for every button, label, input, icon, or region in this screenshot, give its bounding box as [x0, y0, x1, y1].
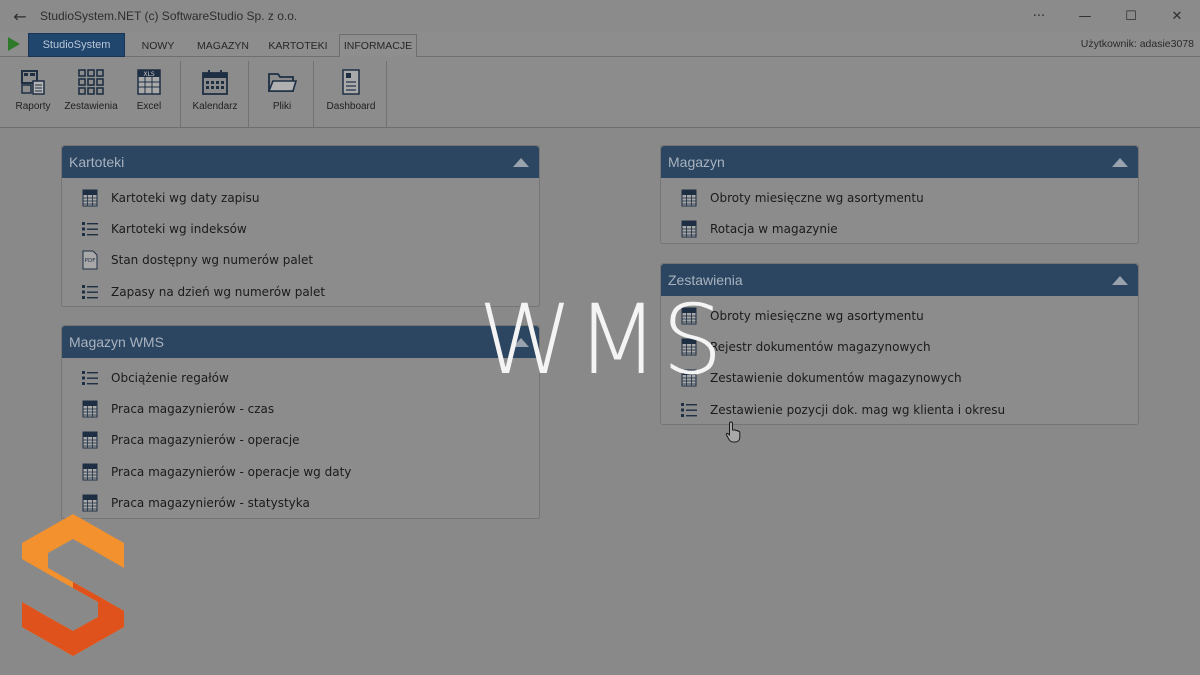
list-item[interactable]: Obroty miesięczne wg asortymentu	[661, 182, 1138, 213]
list-icon	[81, 368, 99, 388]
calendar-icon	[200, 67, 230, 97]
window-title: StudioSystem.NET (c) SoftwareStudio Sp. …	[40, 9, 298, 23]
tab-nowy[interactable]: NOWY	[131, 34, 185, 57]
panel-title: Magazyn	[668, 154, 725, 170]
list-item[interactable]: Praca magazynierów - operacje	[62, 425, 539, 456]
wms-watermark: WMS	[478, 284, 726, 396]
collapse-icon[interactable]	[1112, 275, 1128, 285]
xls-icon	[81, 399, 99, 419]
zestawienia-button[interactable]: Zestawienia	[63, 57, 119, 127]
list-item[interactable]: Rejestr dokumentów magazynowych	[661, 331, 1138, 362]
softwarestudio-logo	[20, 512, 126, 662]
svg-text:XLS: XLS	[143, 71, 154, 78]
list-item[interactable]: Praca magazynierów - statystyka	[62, 487, 539, 518]
ribbon-separator	[248, 61, 249, 127]
menu-bar: StudioSystem NOWY MAGAZYN KARTOTEKI INFO…	[0, 32, 1200, 57]
panel-header[interactable]: Zestawienia	[661, 264, 1138, 296]
excel-button[interactable]: XLS Excel	[128, 57, 170, 127]
list-item[interactable]: Rotacja w magazynie	[661, 213, 1138, 244]
close-icon[interactable]: ✕	[1154, 0, 1200, 32]
list-item[interactable]: Zestawienie dokumentów magazynowych	[661, 363, 1138, 394]
play-icon[interactable]	[8, 37, 20, 51]
xls-icon	[81, 430, 99, 450]
studiosystem-button[interactable]: StudioSystem	[28, 33, 125, 57]
folder-icon	[267, 67, 297, 97]
tab-magazyn[interactable]: MAGAZYN	[190, 34, 256, 57]
xls-icon	[81, 188, 99, 208]
list-item[interactable]: PDF Stan dostępny wg numerów palet	[62, 245, 539, 276]
dashboard-icon	[336, 67, 366, 97]
xls-icon	[81, 462, 99, 482]
panel-header[interactable]: Magazyn	[661, 146, 1138, 178]
list-item[interactable]: Praca magazynierów - operacje wg daty	[62, 456, 539, 487]
ribbon-separator	[386, 61, 387, 127]
list-item[interactable]: Obciążenie regałów	[62, 362, 539, 393]
xls-icon	[680, 188, 698, 208]
list-item[interactable]: Zapasy na dzień wg numerów palet	[62, 276, 539, 307]
dashboard-button[interactable]: Dashboard	[324, 57, 378, 127]
title-bar: ← StudioSystem.NET (c) SoftwareStudio Sp…	[0, 0, 1200, 32]
xls-icon	[81, 493, 99, 513]
list-icon	[81, 282, 99, 302]
ribbon-separator	[180, 61, 181, 127]
list-item[interactable]: Praca magazynierów - czas	[62, 393, 539, 424]
svg-text:PDF: PDF	[85, 258, 96, 264]
ribbon-separator	[313, 61, 314, 127]
panel-magazyn: Magazyn Obroty miesięczne wg asortymentu…	[660, 145, 1139, 244]
panel-header[interactable]: Kartoteki	[62, 146, 539, 178]
collapse-icon[interactable]	[1112, 157, 1128, 167]
back-arrow-icon[interactable]: ←	[0, 7, 40, 26]
reports-icon	[18, 67, 48, 97]
kalendarz-button[interactable]: Kalendarz	[190, 57, 240, 127]
panel-magazyn-wms: Magazyn WMS Obciążenie regałów Praca mag…	[61, 325, 540, 519]
hand-cursor-icon	[725, 421, 743, 447]
raporty-button[interactable]: Raporty	[10, 57, 56, 127]
xls-icon: XLS	[134, 67, 164, 97]
list-item[interactable]: Kartoteki wg daty zapisu	[62, 182, 539, 213]
tab-kartoteki[interactable]: KARTOTEKI	[262, 34, 334, 57]
panel-title: Kartoteki	[69, 154, 125, 170]
tab-informacje[interactable]: INFORMACJE	[339, 34, 417, 57]
panel-title: Magazyn WMS	[69, 334, 164, 350]
ribbon: Raporty Zestawienia XLS Excel Kalendarz …	[0, 57, 1200, 128]
user-label: Użytkownik: adasie3078	[1080, 38, 1194, 50]
list-item[interactable]: Kartoteki wg indeksów	[62, 213, 539, 244]
maximize-icon[interactable]: ☐	[1108, 0, 1154, 32]
panel-kartoteki: Kartoteki Kartoteki wg daty zapisu Karto…	[61, 145, 540, 307]
pdf-icon: PDF	[81, 250, 99, 270]
pliki-button[interactable]: Pliki	[262, 57, 302, 127]
list-icon	[81, 219, 99, 239]
collapse-icon[interactable]	[513, 157, 529, 167]
more-icon[interactable]: ···	[1016, 0, 1062, 32]
panel-header[interactable]: Magazyn WMS	[62, 326, 539, 358]
list-item[interactable]: Obroty miesięczne wg asortymentu	[661, 300, 1138, 331]
window-controls: ··· — ☐ ✕	[1016, 0, 1200, 32]
minimize-icon[interactable]: —	[1062, 0, 1108, 32]
list-icon	[680, 400, 698, 420]
grid-icon	[76, 67, 106, 97]
xls-icon	[680, 219, 698, 239]
